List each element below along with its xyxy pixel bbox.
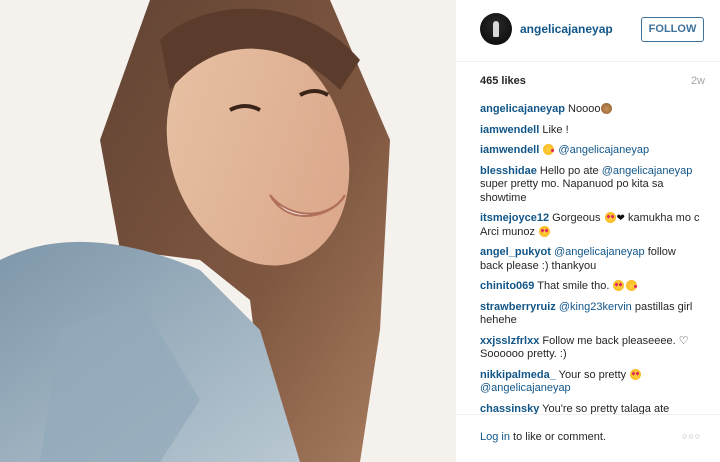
heart-eyes-emoji-icon	[539, 225, 551, 237]
login-link[interactable]: Log in	[480, 431, 510, 443]
avatar[interactable]	[480, 13, 512, 45]
comment-item: itsmejoyce12 Gorgeous ❤ kamukha mo c Arc…	[480, 212, 702, 239]
more-options-icon[interactable]: ○○○	[682, 431, 701, 441]
comment-username-link[interactable]: nikkipalmeda_	[480, 369, 556, 381]
comment-username-link[interactable]: chinito069	[480, 280, 534, 292]
comment-item: angelicajaneyap Noooo	[480, 103, 702, 117]
comment-text	[539, 144, 542, 156]
comment-item: nikkipalmeda_ Your so pretty @angelicaja…	[480, 368, 702, 396]
black-heart-icon: ❤	[616, 213, 625, 224]
comment-username-link[interactable]: xxjsslzfrlxx	[480, 335, 539, 347]
mention-link[interactable]: @angelicajaneyap	[558, 144, 649, 156]
comment-username-link[interactable]: chassinsky	[480, 403, 539, 415]
comment-username-link[interactable]: iamwendell	[480, 124, 539, 136]
avatar-figure-icon	[493, 21, 499, 37]
mention-link[interactable]: @angelicajaneyap	[602, 165, 693, 177]
comment-item: iamwendell @angelicajaneyap	[480, 144, 702, 158]
heart-eyes-emoji-icon	[630, 368, 642, 380]
comment-username-link[interactable]: strawberryruiz	[480, 301, 556, 313]
comment-username-link[interactable]: itsmejoyce12	[480, 212, 549, 224]
mention-link[interactable]: @king23kervin	[559, 301, 632, 313]
likes-count[interactable]: 465 likes	[480, 75, 526, 87]
kiss-emoji-icon	[543, 144, 555, 155]
login-prompt: Log in to like or comment.	[480, 431, 606, 443]
comment-username-link[interactable]: angel_pukyot	[480, 246, 551, 258]
login-prompt-text: to like or comment.	[509, 431, 606, 443]
comment-text: Noooo	[565, 103, 601, 115]
post-sidebar: angelicajaneyap FOLLOW 465 likes 2w ange…	[456, 0, 720, 462]
comment-text: Hello po ate	[536, 164, 602, 177]
portrait-illustration	[0, 0, 456, 462]
heart-eyes-emoji-icon	[613, 280, 625, 291]
comment-item: blesshidae Hello po ate @angelicajaneyap…	[480, 165, 702, 206]
profile-username-link[interactable]: angelicajaneyap	[520, 22, 613, 36]
comment-text: Like !	[539, 123, 569, 136]
kiss-emoji-icon	[626, 280, 638, 291]
comment-text: Gorgeous	[549, 212, 604, 224]
comment-item: angel_pukyot @angelicajaneyap follow bac…	[480, 246, 702, 273]
comment-item: iamwendell Like !	[480, 124, 702, 138]
comment-text: You're so pretty talaga ate	[539, 402, 670, 415]
mention-link[interactable]: @angelicajaneyap	[480, 382, 571, 394]
follow-button[interactable]: FOLLOW	[641, 17, 704, 42]
comment-item: strawberryruiz @king23kervin pastillas g…	[480, 301, 702, 328]
comment-username-link[interactable]: iamwendell	[480, 144, 539, 156]
post-footer: Log in to like or comment. ○○○	[456, 414, 720, 462]
comment-list: angelicajaneyap Noooo iamwendell Like ! ia…	[480, 103, 702, 423]
comment-text: That smile tho.	[534, 280, 613, 292]
comment-text: super pretty mo. Napanuod po kita sa sho…	[480, 178, 664, 204]
post-photo[interactable]	[0, 0, 456, 462]
comment-username-link[interactable]: blesshidae	[480, 165, 537, 177]
post-header: angelicajaneyap FOLLOW	[456, 0, 720, 62]
comment-username-link[interactable]: angelicajaneyap	[480, 103, 565, 115]
mention-link[interactable]: @angelicajaneyap	[554, 246, 645, 258]
comment-text: Your so pretty	[555, 368, 630, 381]
monkey-emoji-icon	[601, 103, 613, 114]
post-stats: 465 likes 2w	[480, 75, 705, 91]
comment-item: chinito069 That smile tho.	[480, 280, 702, 294]
heart-eyes-emoji-icon	[604, 212, 616, 223]
post-timestamp[interactable]: 2w	[691, 75, 705, 87]
comment-item: xxjsslzfrlxx Follow me back pleaseeee. ♡…	[480, 335, 702, 362]
